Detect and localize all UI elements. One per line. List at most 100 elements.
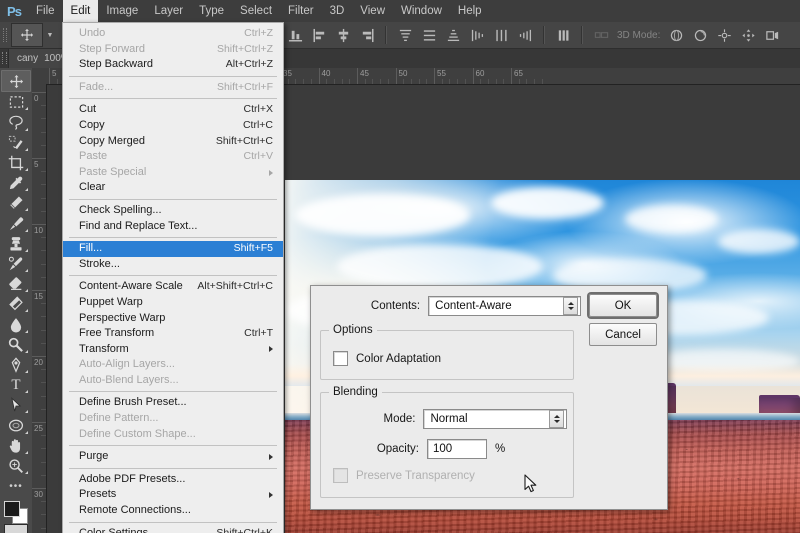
- distribute-vertical-centers-icon[interactable]: [419, 25, 439, 45]
- pen-tool[interactable]: [2, 355, 30, 375]
- distribute-horizontal-centers-icon[interactable]: [491, 25, 511, 45]
- menu-item-label: Transform: [79, 342, 129, 355]
- ok-button[interactable]: OK: [589, 294, 657, 317]
- menu-item-perspective-warp[interactable]: Perspective Warp: [63, 311, 283, 327]
- menu-item-color-settings[interactable]: Color Settings... Shift+Ctrl+K: [63, 526, 283, 533]
- menu-item-puppet-warp[interactable]: Puppet Warp: [63, 295, 283, 311]
- distribute-spacing-icon[interactable]: [553, 25, 573, 45]
- tabbar-grip[interactable]: [0, 48, 8, 68]
- menu-item-check-spelling[interactable]: Check Spelling...: [63, 203, 283, 219]
- eyedropper-tool[interactable]: [2, 173, 30, 193]
- 3d-roll-icon[interactable]: [690, 25, 710, 45]
- menu-view[interactable]: View: [352, 0, 393, 22]
- menu-item-transform[interactable]: Transform: [63, 342, 283, 358]
- align-right-edges-icon[interactable]: [357, 25, 377, 45]
- menu-item-define-brush-preset[interactable]: Define Brush Preset...: [63, 395, 283, 411]
- options-current-tool-icon[interactable]: [11, 23, 43, 47]
- menu-item-remote-connections[interactable]: Remote Connections...: [63, 503, 283, 519]
- chevron-down-icon[interactable]: ▼: [43, 24, 57, 46]
- menu-item-free-transform[interactable]: Free Transform Ctrl+T: [63, 326, 283, 342]
- menu-item-paste: Paste Ctrl+V: [63, 149, 283, 165]
- distribute-right-edges-icon[interactable]: [515, 25, 535, 45]
- path-selection-tool[interactable]: [2, 395, 30, 415]
- menu-item-stroke[interactable]: Stroke...: [63, 257, 283, 273]
- color-swatches[interactable]: [3, 500, 29, 525]
- type-tool[interactable]: T: [2, 375, 30, 395]
- cloud-shape: [491, 187, 605, 219]
- fill-dialog[interactable]: Contents: Content-Aware OK Cancel Option…: [310, 285, 668, 510]
- menu-item-cut[interactable]: Cut Ctrl+X: [63, 102, 283, 118]
- menu-item-shortcut: Alt+Shift+Ctrl+C: [197, 280, 273, 293]
- opacity-input[interactable]: 100: [427, 439, 487, 459]
- spot-healing-brush-tool[interactable]: [2, 193, 30, 213]
- menu-select[interactable]: Select: [232, 0, 280, 22]
- 3d-slide-icon[interactable]: [738, 25, 758, 45]
- menu-item-copy-merged[interactable]: Copy Merged Shift+Ctrl+C: [63, 134, 283, 150]
- brush-tool[interactable]: [2, 213, 30, 233]
- align-horizontal-centers-icon[interactable]: [333, 25, 353, 45]
- ruler-tick: [32, 92, 46, 93]
- rectangular-marquee-tool[interactable]: [2, 92, 30, 112]
- ruler-tick: [395, 68, 397, 84]
- menu-item-purge[interactable]: Purge: [63, 449, 283, 465]
- menu-edit[interactable]: Edit: [62, 0, 99, 22]
- zoom-tool[interactable]: [2, 456, 30, 476]
- clone-stamp-tool[interactable]: [2, 234, 30, 254]
- menu-file[interactable]: File: [28, 0, 63, 22]
- menu-type[interactable]: Type: [191, 0, 232, 22]
- menu-image[interactable]: Image: [98, 0, 146, 22]
- 3d-pan-icon[interactable]: [714, 25, 734, 45]
- blur-tool[interactable]: [2, 314, 30, 334]
- ruler-minor-tick: [341, 79, 343, 84]
- options-bar-grip[interactable]: [0, 22, 9, 48]
- eraser-tool[interactable]: [2, 274, 30, 294]
- crop-tool[interactable]: [2, 153, 30, 173]
- edit-toolbar-tool[interactable]: •••: [2, 476, 30, 496]
- menu-item-shortcut: Shift+Ctrl+C: [215, 134, 273, 147]
- menu-help[interactable]: Help: [450, 0, 490, 22]
- cancel-button[interactable]: Cancel: [589, 323, 657, 346]
- align-bottom-edges-icon[interactable]: [285, 25, 305, 45]
- history-brush-tool[interactable]: [2, 254, 30, 274]
- distribute-left-edges-icon[interactable]: [467, 25, 487, 45]
- menu-item-define-custom-shape: Define Custom Shape...: [63, 427, 283, 443]
- menu-3d[interactable]: 3D: [322, 0, 353, 22]
- dodge-tool[interactable]: [2, 335, 30, 355]
- menu-item-clear[interactable]: Clear: [63, 180, 283, 196]
- 3d-scale-icon[interactable]: [762, 25, 782, 45]
- mode-dropdown[interactable]: Normal: [423, 409, 567, 429]
- gradient-tool[interactable]: [2, 294, 30, 314]
- menu-item-content-aware-scale[interactable]: Content-Aware Scale Alt+Shift+Ctrl+C: [63, 279, 283, 295]
- edit-menu-dropdown[interactable]: Undo Ctrl+Z Step Forward Shift+Ctrl+Z Step B…: [62, 22, 284, 533]
- quick-selection-tool[interactable]: [2, 133, 30, 153]
- menu-item-presets[interactable]: Presets: [63, 487, 283, 503]
- menu-item-copy[interactable]: Copy Ctrl+C: [63, 118, 283, 134]
- hand-tool[interactable]: [2, 436, 30, 456]
- ruler-label: 5: [34, 160, 39, 169]
- ruler-minor-tick: [333, 79, 335, 84]
- menu-item-label: Puppet Warp: [79, 295, 143, 308]
- align-left-edges-icon[interactable]: [309, 25, 329, 45]
- chevron-updown-icon[interactable]: [549, 410, 564, 428]
- menu-item-fill[interactable]: Fill... Shift+F5: [63, 241, 283, 257]
- ellipse-shape-tool[interactable]: [2, 415, 30, 435]
- move-tool[interactable]: [1, 70, 31, 93]
- tools-panel[interactable]: T •••: [0, 68, 33, 533]
- ruler-tick: [32, 158, 46, 159]
- menu-filter[interactable]: Filter: [280, 0, 322, 22]
- menu-window[interactable]: Window: [393, 0, 450, 22]
- distribute-bottom-edges-icon[interactable]: [443, 25, 463, 45]
- menu-layer[interactable]: Layer: [146, 0, 191, 22]
- menu-item-step-backward[interactable]: Step Backward Alt+Ctrl+Z: [63, 57, 283, 73]
- chevron-updown-icon[interactable]: [563, 297, 578, 315]
- distribute-top-edges-icon[interactable]: [395, 25, 415, 45]
- foreground-color-swatch[interactable]: [4, 501, 20, 518]
- lasso-tool[interactable]: [2, 112, 30, 132]
- color-adaptation-checkbox[interactable]: [333, 351, 348, 366]
- 3d-rotate-icon[interactable]: [666, 25, 686, 45]
- auto-align-layers-icon: [591, 25, 611, 45]
- menu-item-find-and-replace-text[interactable]: Find and Replace Text...: [63, 219, 283, 235]
- contents-dropdown[interactable]: Content-Aware: [428, 296, 581, 316]
- quick-mask-button[interactable]: [4, 524, 28, 533]
- menu-item-adobe-pdf-presets[interactable]: Adobe PDF Presets...: [63, 472, 283, 488]
